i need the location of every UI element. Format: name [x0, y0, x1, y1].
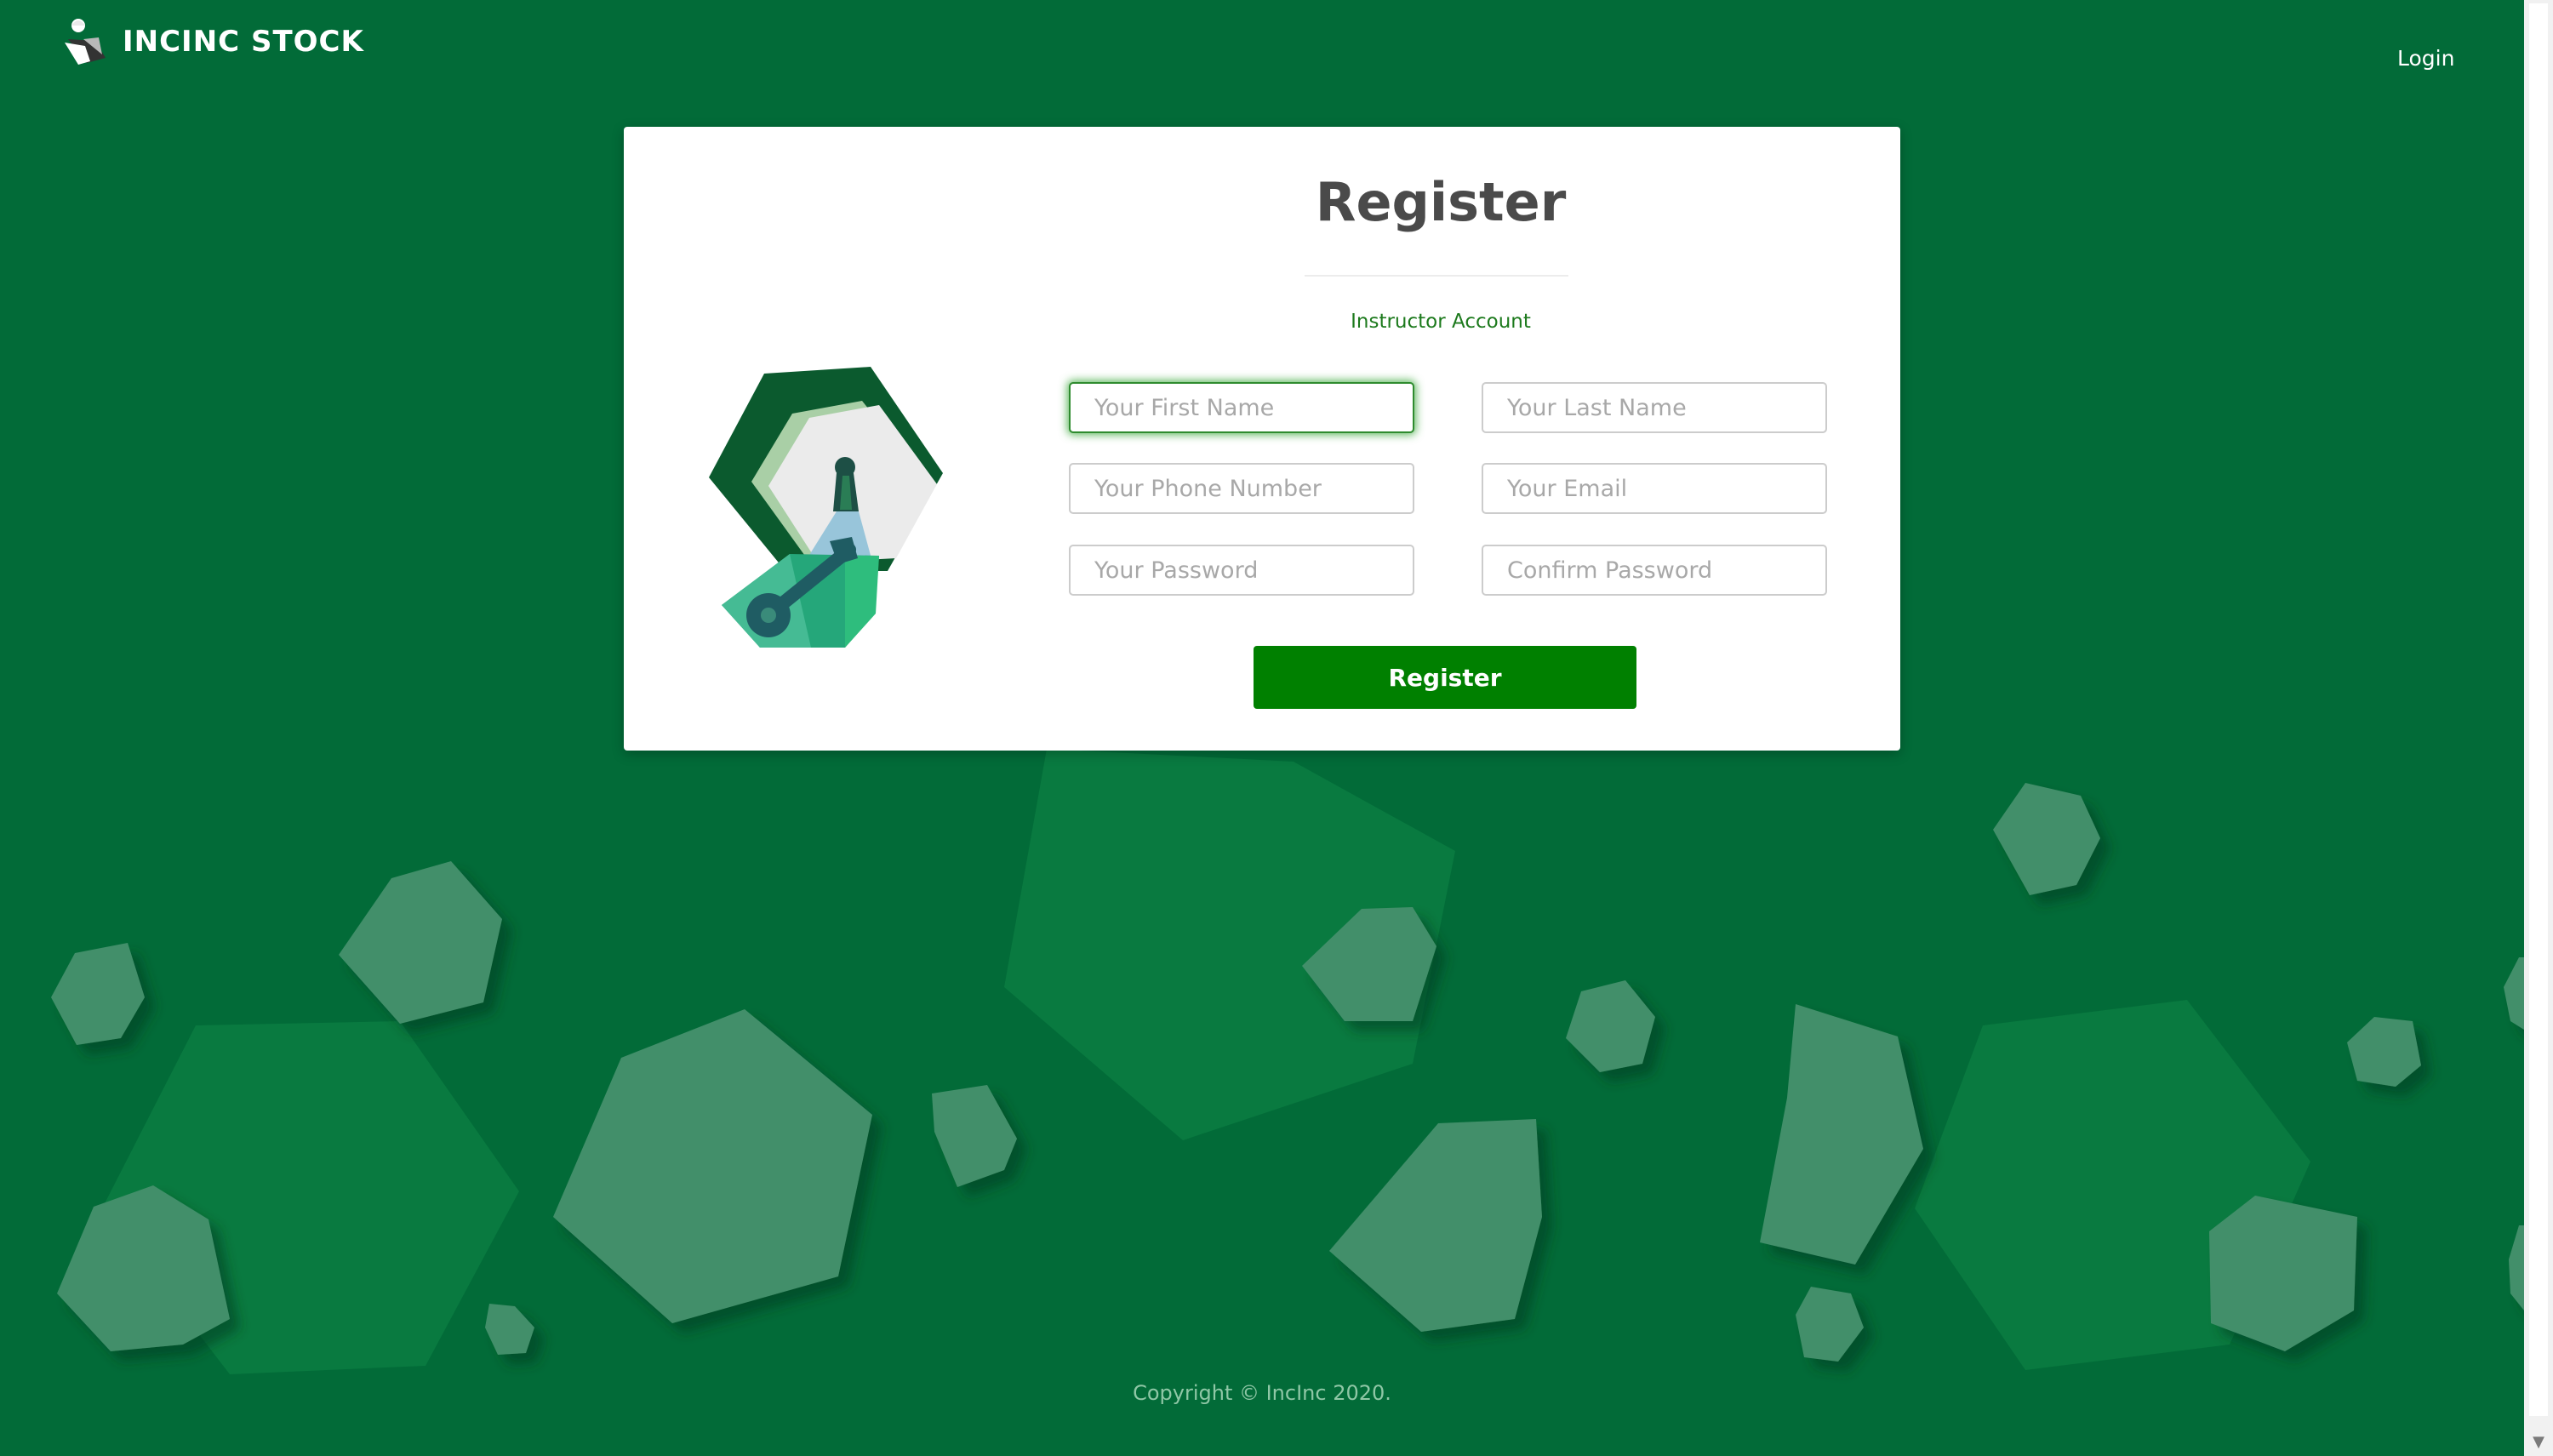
brand-name: INCINC STOCK: [123, 25, 364, 59]
page-title: Register: [1315, 171, 1567, 233]
vertical-scrollbar[interactable]: ▼: [2524, 0, 2553, 1456]
copyright-text: Copyright © IncInc 2020.: [1133, 1381, 1391, 1405]
last-name-field[interactable]: [1482, 382, 1827, 433]
brand[interactable]: INCINC STOCK: [61, 14, 364, 70]
login-link[interactable]: Login: [2397, 46, 2454, 71]
brand-logo-icon: [65, 19, 106, 65]
key-lock-illustration-icon: [709, 367, 943, 648]
scrollbar-thumb[interactable]: [2529, 3, 2548, 1416]
register-button[interactable]: Register: [1254, 646, 1636, 709]
confirm-password-field[interactable]: [1482, 545, 1827, 596]
register-card: Register Instructor Account Register: [624, 127, 1900, 751]
account-type-label: Instructor Account: [1351, 311, 1531, 333]
scroll-down-arrow-icon[interactable]: ▼: [2524, 1427, 2553, 1456]
phone-field[interactable]: [1069, 463, 1414, 514]
title-divider: [1305, 275, 1568, 277]
first-name-field[interactable]: [1069, 382, 1414, 433]
email-field[interactable]: [1482, 463, 1827, 514]
password-field[interactable]: [1069, 545, 1414, 596]
